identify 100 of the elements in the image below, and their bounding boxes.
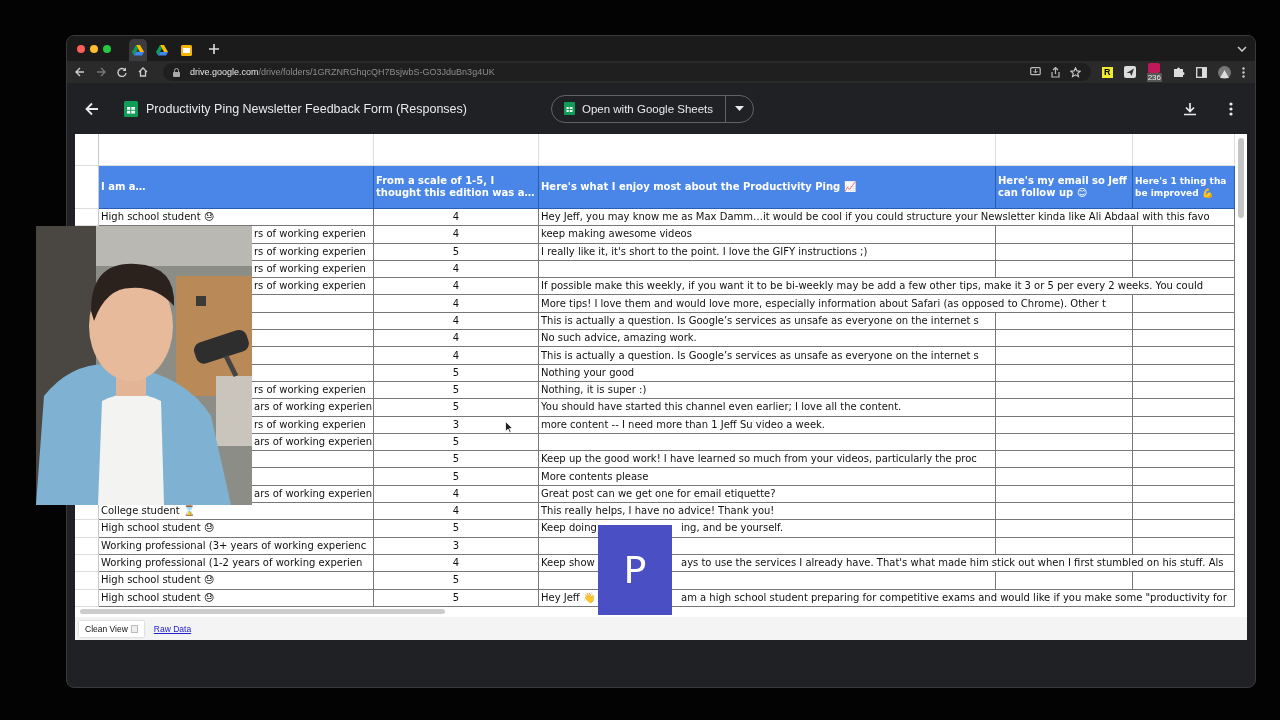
table-cell: more content -- I need more than 1 Jeff Su video a week. [539, 416, 996, 434]
cell-text: ays to use the services I already have. That's what made him stick out when I first stumbled on his stuff. Als [681, 556, 1224, 571]
back-icon[interactable] [85, 101, 99, 116]
back-icon[interactable] [75, 67, 85, 77]
new-tab-icon[interactable] [209, 43, 219, 54]
extension-badge: 236 [1146, 72, 1162, 82]
install-icon[interactable] [1029, 67, 1041, 77]
scrollbar[interactable] [1238, 138, 1244, 218]
sheet-tab[interactable]: Clean View [79, 620, 144, 637]
table-cell: Nothing, it is super :) [539, 381, 996, 400]
table-cell: Keep up the good work! I have learned so much from your videos, particularly the proc [539, 451, 996, 469]
column-header: From a scale of 1-5, I thought this edition was a… [374, 166, 539, 209]
drive-icon [156, 44, 168, 56]
row-header-cell [75, 589, 99, 607]
column-header: Here's 1 thing tha be improved 💪 [1133, 166, 1235, 209]
table-cell: 4 [374, 226, 539, 244]
table-cell: 4 [374, 503, 539, 521]
puzzle-icon[interactable] [1173, 66, 1185, 78]
table-cell: keep making awesome videos [539, 226, 996, 244]
table-cell: I really like it, it's short to the point. I love the GIFY instructions ;) [539, 243, 996, 261]
file-title: Productivity Ping Newsletter Feedback Form (Responses) [146, 101, 467, 116]
cell-text: am a high school student preparing for competitive exams and would like if you make some "productivity for [681, 590, 1227, 605]
row-header-cell [75, 554, 99, 573]
table-cell: More contents please [539, 468, 996, 486]
browser-tab[interactable] [129, 39, 147, 61]
send-icon[interactable] [1123, 66, 1136, 78]
table-cell: Great post can we get one for email etiquette? [539, 485, 996, 504]
table-cell: 4 [374, 312, 539, 331]
tab-list-icon[interactable] [1237, 45, 1247, 52]
table-cell: 5 [374, 381, 539, 400]
forward-icon[interactable] [96, 67, 106, 77]
sheets-icon [124, 100, 138, 117]
table-cell: 4 [374, 260, 539, 279]
star-icon[interactable] [1069, 66, 1081, 78]
close-window-button[interactable] [77, 44, 85, 53]
table-cell: No such advice, amazing work. [539, 330, 996, 348]
table-cell: 5 [374, 243, 539, 261]
extension-icon[interactable] [1148, 62, 1161, 73]
table-cell: This is actually a question. Is Google’s services as unsafe as everyone on the internet s [539, 312, 996, 331]
cell-text: ing, and be yourself. [681, 521, 784, 536]
table-cell: High school student 😓 [99, 520, 374, 538]
row-header-cell [75, 520, 99, 538]
column-header: I am a… [99, 166, 374, 209]
table-cell: High school student 😓 [99, 589, 374, 607]
table-cell: 5 [374, 399, 539, 417]
row-header-cell [75, 572, 99, 590]
slides-icon [180, 44, 192, 56]
table-cell: 5 [374, 364, 539, 382]
lock-icon [173, 67, 180, 77]
more-icon[interactable] [1242, 66, 1245, 78]
cursor-icon [505, 421, 513, 433]
side-panel-icon[interactable] [1196, 66, 1207, 78]
table-cell: 5 [374, 451, 539, 469]
table-cell: This is actually a question. Is Google’s services as unsafe as everyone on the internet s [539, 347, 996, 365]
table-cell: 4 [374, 347, 539, 365]
table-cell: 4 [374, 485, 539, 504]
table-cell: If possible make this weekly, if you want it to be bi-weekly may be add a few other tips, make it 3 or 5 per every 2 weeks. You could [539, 278, 1235, 296]
table-cell: 4 [374, 330, 539, 348]
share-icon[interactable] [1050, 66, 1060, 78]
extension-button[interactable]: R [1101, 66, 1113, 78]
table-cell: Nothing your good [539, 364, 996, 382]
table-cell: This really helps, I have no advice! Thank you! [539, 503, 996, 521]
table-cell: 5 [374, 572, 539, 590]
address-bar[interactable]: drive.google.com/drive/folders/1GRZNRGhqcQH7BsjwbS-GO3JduBn3g4UK [163, 63, 1091, 81]
table-cell: 5 [374, 468, 539, 486]
table-cell: 4 [374, 554, 539, 573]
minimize-window-button[interactable] [90, 44, 98, 53]
scrollbar[interactable] [80, 609, 445, 615]
reload-icon[interactable] [117, 67, 127, 77]
table-cell: Hey Jeff, you may know me as Max Damm…it would be cool if you could structure your Newsletter kinda like Ali Abdaal with this favo [539, 209, 1235, 227]
cell-text: Hey Jeff 👋 [541, 591, 595, 603]
sheet-tab[interactable]: Raw Data [147, 620, 198, 637]
table-cell: You should have started this channel even earlier; I love all the content. [539, 399, 996, 417]
zoom-window-button[interactable] [103, 44, 111, 53]
sheets-icon [563, 102, 575, 115]
table-cell: 3 [374, 537, 539, 555]
caret-icon [735, 106, 745, 111]
cell-text: Keep doing [541, 522, 597, 534]
document-icon [130, 624, 138, 633]
download-icon[interactable] [1183, 101, 1197, 116]
table-cell: 5 [374, 520, 539, 538]
column-header: Here's what I enjoy most about the Productivity Ping 📈 [539, 166, 996, 209]
column-header: Here's my email so Jeff can follow up 😊 [996, 166, 1133, 209]
avatar-icon[interactable] [1218, 65, 1231, 79]
table-cell: 4 [374, 209, 539, 227]
table-cell: 4 [374, 278, 539, 296]
url-text: drive.google.com/drive/folders/1GRZNRGhqcQH7BsjwbS-GO3JduBn3g4UK [190, 67, 495, 77]
table-cell: 5 [374, 589, 539, 607]
table-cell: 5 [374, 433, 539, 452]
table-cell: 4 [374, 295, 539, 313]
app-logo: P [598, 525, 672, 615]
drive-icon [132, 44, 144, 56]
cell-text: Keep show [541, 557, 595, 569]
row-header-cell [75, 537, 99, 555]
home-icon[interactable] [138, 67, 148, 77]
table-cell: Working professional (3+ years of working experienc [99, 537, 374, 555]
row-header-cell [75, 134, 99, 166]
table-cell: Working professional (1-2 years of working experien [99, 554, 374, 573]
more-icon[interactable] [1229, 101, 1233, 116]
table-cell: More tips! I love them and would love more, especially information about Safari (as opposed to Chrome). Other t [539, 295, 1133, 313]
